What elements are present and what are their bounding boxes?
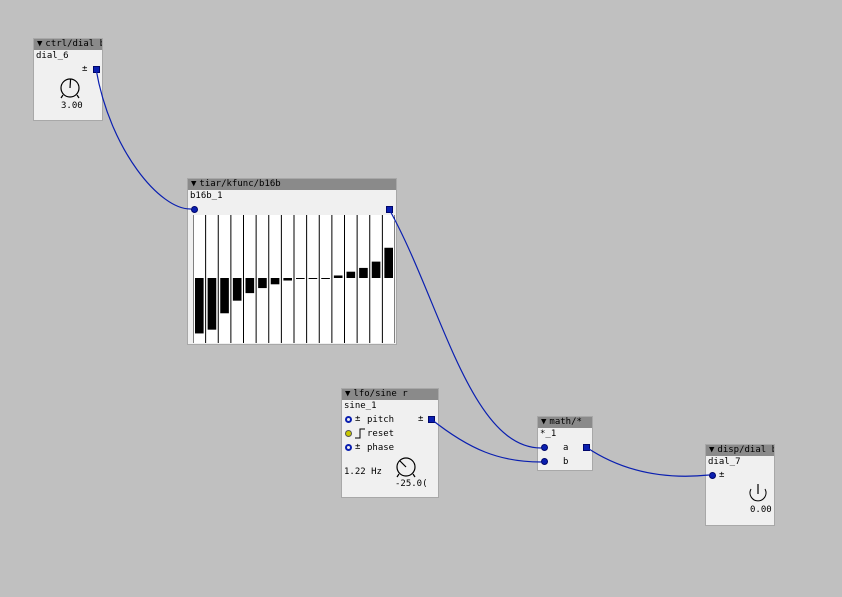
- object-header[interactable]: ▼ lfo/sine r: [342, 389, 438, 400]
- bipolar-label: ±: [719, 470, 725, 480]
- bar-value[interactable]: [359, 267, 368, 278]
- b16b-object[interactable]: ▼ tiar/kfunc/b16b b16b_1: [187, 178, 397, 345]
- object-header[interactable]: ▼ math/*: [538, 417, 592, 428]
- collapse-triangle-icon[interactable]: ▼: [37, 39, 42, 50]
- disp-inlet[interactable]: [709, 472, 716, 479]
- frequency-readout: 1.22 Hz: [344, 467, 382, 477]
- lfo-sine-object[interactable]: ▼ lfo/sine r sine_1 ± pitch reset ± phase…: [341, 388, 439, 498]
- bar-value[interactable]: [207, 278, 217, 330]
- bar-value[interactable]: [333, 275, 343, 278]
- instance-name[interactable]: sine_1: [344, 401, 377, 411]
- reset-label: reset: [367, 429, 395, 439]
- bar-value[interactable]: [258, 278, 267, 289]
- bar-value[interactable]: [308, 278, 318, 279]
- inlet-b-label: b: [563, 457, 569, 467]
- multiply-object[interactable]: ▼ math/* *_1 a b: [537, 416, 593, 471]
- bar-value[interactable]: [321, 278, 330, 279]
- object-header[interactable]: ▼ tiar/kfunc/b16b: [188, 179, 396, 190]
- pitch-bipolar-label: ±: [355, 414, 361, 424]
- object-type: tiar/kfunc/b16b: [199, 179, 281, 189]
- collapse-triangle-icon[interactable]: ▼: [541, 417, 546, 428]
- bar-value[interactable]: [346, 271, 356, 278]
- display-value: 0.00: [750, 505, 772, 515]
- collapse-triangle-icon[interactable]: ▼: [345, 389, 350, 400]
- object-header[interactable]: ▼ disp/dial b: [706, 445, 774, 456]
- multiply-outlet[interactable]: [583, 444, 590, 451]
- bar-value[interactable]: [296, 278, 305, 279]
- display-dial-icon: [749, 484, 767, 502]
- bar-value[interactable]: [245, 278, 255, 294]
- bar-value[interactable]: [384, 247, 393, 278]
- b16b-outlet[interactable]: [386, 206, 393, 213]
- object-type: lfo/sine r: [353, 389, 408, 399]
- wire-mul-to-disp: [585, 446, 710, 477]
- disp-dial-object[interactable]: ▼ disp/dial b dial_7 ± 0.00: [705, 444, 775, 526]
- bar-value[interactable]: [232, 278, 242, 301]
- pitch-inlet[interactable]: [345, 416, 352, 423]
- bipolar-label: ±: [82, 64, 88, 74]
- dial-6-outlet[interactable]: [93, 66, 100, 73]
- bar-value[interactable]: [220, 278, 229, 314]
- inlet-a-label: a: [563, 443, 569, 453]
- phase-bipolar-label: ±: [355, 442, 361, 452]
- instance-name[interactable]: dial_7: [708, 457, 741, 467]
- object-type: ctrl/dial b: [45, 39, 102, 49]
- dial-knob-icon[interactable]: [58, 77, 82, 101]
- bar-value[interactable]: [283, 278, 292, 281]
- collapse-triangle-icon[interactable]: ▼: [191, 179, 196, 190]
- b16b-inlet[interactable]: [191, 206, 198, 213]
- collapse-triangle-icon[interactable]: ▼: [709, 445, 714, 456]
- pitch-label: pitch: [367, 415, 395, 425]
- reset-trigger-icon: [355, 428, 365, 439]
- lfo-outlet[interactable]: [428, 416, 435, 423]
- dial-value: 3.00: [61, 101, 83, 111]
- dial-6-object[interactable]: ▼ ctrl/dial b dial_6 ± 3.00: [33, 38, 103, 121]
- object-type: math/*: [549, 417, 582, 427]
- bar-value[interactable]: [195, 278, 204, 334]
- wire-dial6-to-b16b: [95, 68, 192, 210]
- reset-inlet[interactable]: [345, 430, 352, 437]
- outlet-bipolar-label: ±: [418, 414, 424, 424]
- bar-table-editor[interactable]: [193, 215, 395, 343]
- inlet-a[interactable]: [541, 444, 548, 451]
- object-header[interactable]: ▼ ctrl/dial b: [34, 39, 102, 50]
- inlet-b[interactable]: [541, 458, 548, 465]
- dial-value: -25.0(: [395, 479, 428, 489]
- instance-name[interactable]: *_1: [540, 429, 556, 439]
- instance-name[interactable]: b16b_1: [190, 191, 223, 201]
- phase-inlet[interactable]: [345, 444, 352, 451]
- phase-label: phase: [367, 443, 395, 453]
- instance-name[interactable]: dial_6: [36, 51, 69, 61]
- pitch-dial-icon[interactable]: [394, 455, 418, 479]
- bar-value[interactable]: [270, 278, 280, 285]
- bar-value[interactable]: [371, 261, 381, 278]
- object-type: disp/dial b: [717, 445, 774, 455]
- wire-lfo-to-mul-b: [430, 418, 542, 463]
